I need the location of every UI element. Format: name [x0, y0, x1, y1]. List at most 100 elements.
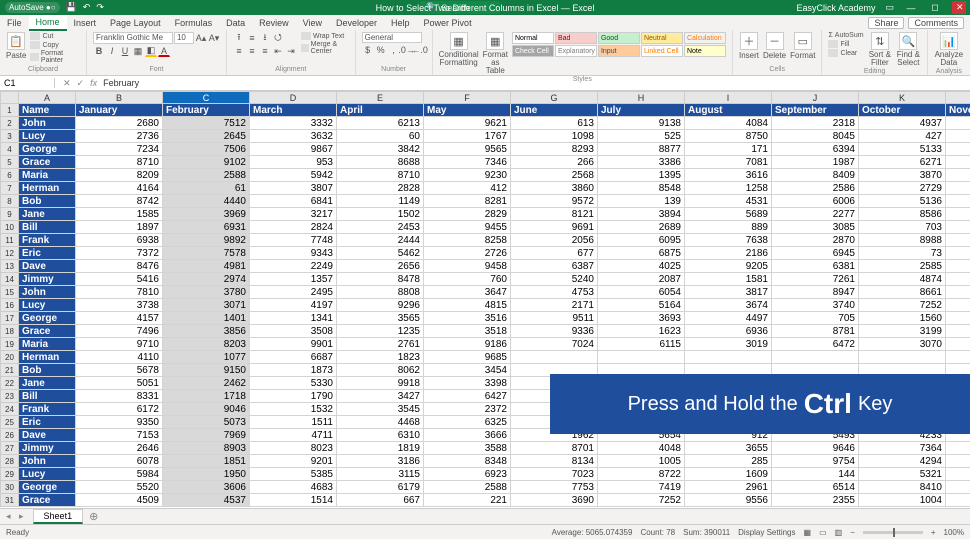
name-cell[interactable]: Jimmy — [19, 273, 76, 286]
data-cell[interactable]: 4711 — [250, 429, 337, 442]
data-cell[interactable] — [946, 130, 970, 143]
col-header-H[interactable]: H — [598, 92, 685, 104]
style-input[interactable]: Input — [598, 45, 640, 57]
data-cell[interactable]: 9710 — [76, 338, 163, 351]
delete-cells-button[interactable]: －Delete — [763, 32, 786, 60]
data-cell[interactable]: 1897 — [76, 221, 163, 234]
menu-data[interactable]: Data — [219, 16, 252, 30]
data-cell[interactable]: 7346 — [424, 156, 511, 169]
data-cell[interactable]: 2355 — [772, 494, 859, 507]
data-cell[interactable]: 1514 — [250, 494, 337, 507]
data-cell[interactable]: 60 — [337, 130, 424, 143]
sheet-tab-active[interactable]: Sheet1 — [33, 509, 84, 524]
data-cell[interactable]: 9186 — [424, 338, 511, 351]
row-header-27[interactable]: 27 — [1, 442, 19, 455]
data-cell[interactable]: 5321 — [859, 468, 946, 481]
col-header-K[interactable]: K — [859, 92, 946, 104]
conditional-formatting-button[interactable]: ▦Conditional Formatting — [439, 32, 479, 67]
data-cell[interactable] — [685, 351, 772, 364]
data-cell[interactable]: 4440 — [163, 195, 250, 208]
menu-developer[interactable]: Developer — [329, 16, 384, 30]
data-cell[interactable]: 705 — [772, 312, 859, 325]
redo-icon[interactable]: ↷ — [96, 2, 104, 13]
name-cell[interactable]: Frank — [19, 234, 76, 247]
data-cell[interactable]: 8410 — [859, 481, 946, 494]
name-cell[interactable]: Jane — [19, 377, 76, 390]
data-cell[interactable]: 4157 — [76, 312, 163, 325]
data-cell[interactable]: 1767 — [424, 130, 511, 143]
data-cell[interactable]: 5520 — [76, 481, 163, 494]
data-cell[interactable]: 2453 — [337, 221, 424, 234]
data-cell[interactable]: 9556 — [685, 494, 772, 507]
data-cell[interactable] — [946, 442, 970, 455]
data-cell[interactable]: 4025 — [598, 260, 685, 273]
data-cell[interactable]: 6472 — [772, 338, 859, 351]
data-cell[interactable]: 9138 — [598, 117, 685, 130]
data-cell[interactable]: 6923 — [424, 468, 511, 481]
data-cell[interactable]: 4110 — [76, 351, 163, 364]
data-cell[interactable]: 3186 — [337, 455, 424, 468]
data-cell[interactable]: 1502 — [337, 208, 424, 221]
data-cell[interactable]: 6172 — [76, 403, 163, 416]
data-cell[interactable]: 3666 — [424, 429, 511, 442]
data-cell[interactable]: 1511 — [250, 416, 337, 429]
name-cell[interactable]: Dave — [19, 429, 76, 442]
data-cell[interactable]: 8023 — [250, 442, 337, 455]
row-header-3[interactable]: 3 — [1, 130, 19, 143]
name-cell[interactable]: Jimmy — [19, 442, 76, 455]
data-cell[interactable]: 171 — [685, 143, 772, 156]
row-header-28[interactable]: 28 — [1, 455, 19, 468]
grow-font-button[interactable]: A▴ — [195, 32, 207, 44]
name-cell[interactable]: Grace — [19, 156, 76, 169]
data-cell[interactable]: 2372 — [424, 403, 511, 416]
data-cell[interactable] — [946, 221, 970, 234]
data-cell[interactable]: 8586 — [859, 208, 946, 221]
data-cell[interactable]: 6310 — [337, 429, 424, 442]
row-header-2[interactable]: 2 — [1, 117, 19, 130]
col-header-C[interactable]: C — [163, 92, 250, 104]
data-cell[interactable]: 4981 — [163, 260, 250, 273]
data-cell[interactable]: 8903 — [163, 442, 250, 455]
maximize-button[interactable]: ◻ — [928, 2, 942, 13]
style-calculation[interactable]: Calculation — [684, 32, 726, 44]
name-cell[interactable]: Lucy — [19, 299, 76, 312]
data-cell[interactable]: 6115 — [598, 338, 685, 351]
data-cell[interactable]: 8348 — [424, 455, 511, 468]
col-header-E[interactable]: E — [337, 92, 424, 104]
data-cell[interactable]: 3894 — [598, 208, 685, 221]
name-cell[interactable]: Dave — [19, 260, 76, 273]
data-cell[interactable]: 7419 — [598, 481, 685, 494]
data-cell[interactable] — [946, 169, 970, 182]
data-cell[interactable]: 7969 — [163, 429, 250, 442]
row-header-4[interactable]: 4 — [1, 143, 19, 156]
row-header-1[interactable]: 1 — [1, 104, 19, 117]
row-header-12[interactable]: 12 — [1, 247, 19, 260]
data-cell[interactable] — [946, 208, 970, 221]
name-cell[interactable]: Frank — [19, 403, 76, 416]
font-size-select[interactable]: 10 — [174, 32, 194, 44]
row-header-23[interactable]: 23 — [1, 390, 19, 403]
merge-center-button[interactable]: Merge & Center — [301, 41, 349, 55]
data-cell[interactable]: 2585 — [859, 260, 946, 273]
align-left-button[interactable]: ≡ — [233, 45, 245, 57]
data-cell[interactable]: 703 — [859, 221, 946, 234]
data-cell[interactable]: 3386 — [598, 156, 685, 169]
data-cell[interactable]: 3085 — [772, 221, 859, 234]
data-cell[interactable]: 2645 — [163, 130, 250, 143]
data-cell[interactable]: 7578 — [163, 247, 250, 260]
row-header-14[interactable]: 14 — [1, 273, 19, 286]
data-cell[interactable]: 9455 — [424, 221, 511, 234]
data-cell[interactable]: 1718 — [163, 390, 250, 403]
data-cell[interactable]: 8688 — [337, 156, 424, 169]
data-cell[interactable]: 7364 — [859, 442, 946, 455]
data-cell[interactable]: 1623 — [598, 325, 685, 338]
data-cell[interactable]: 1950 — [163, 468, 250, 481]
name-cell[interactable]: Maria — [19, 338, 76, 351]
menu-help[interactable]: Help — [384, 16, 417, 30]
data-cell[interactable]: 7506 — [163, 143, 250, 156]
decrease-indent-button[interactable]: ⇤ — [272, 45, 284, 57]
data-cell[interactable]: 6875 — [598, 247, 685, 260]
data-cell[interactable]: 3217 — [250, 208, 337, 221]
row-header-7[interactable]: 7 — [1, 182, 19, 195]
data-cell[interactable]: 9102 — [163, 156, 250, 169]
